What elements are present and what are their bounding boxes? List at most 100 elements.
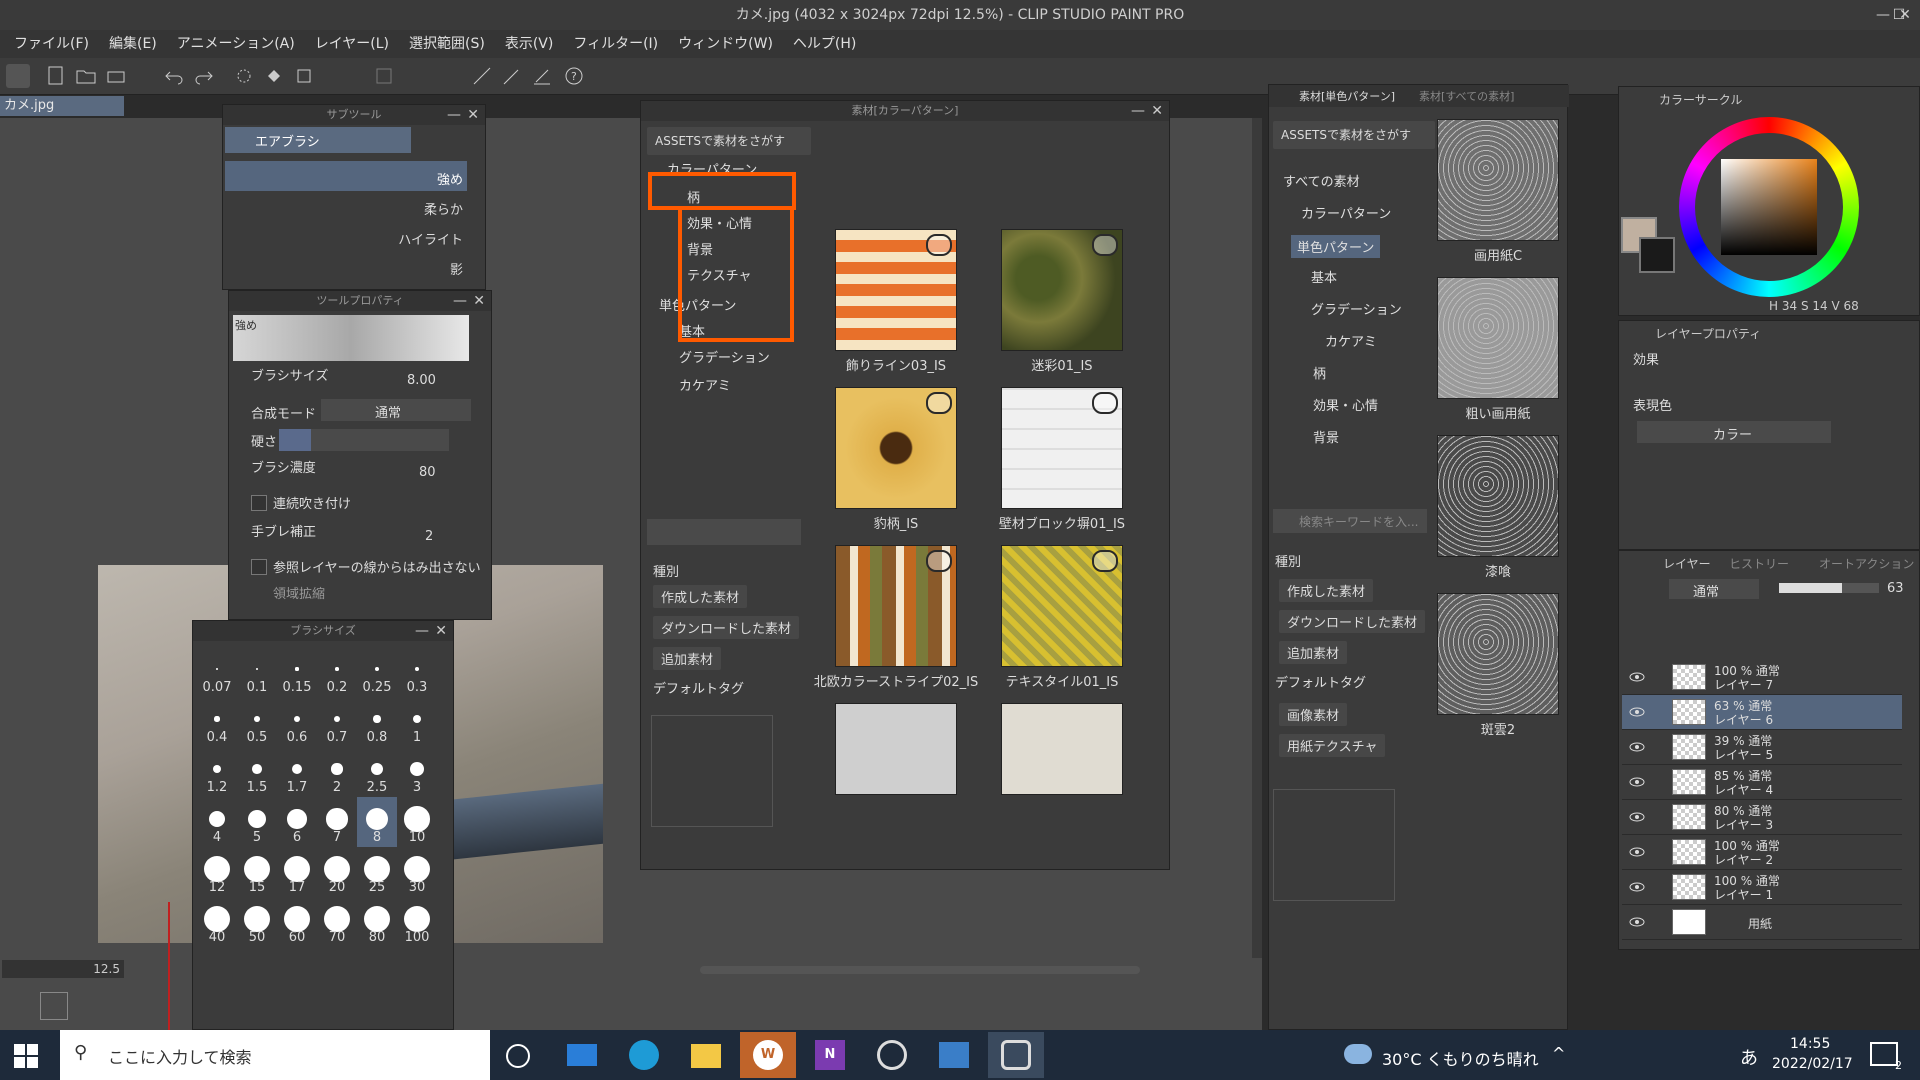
material-thumbnail[interactable] [1437,277,1559,399]
brush-size-value[interactable]: 8.00 [407,373,436,388]
canvas-horizontal-scrollbar[interactable] [700,966,1140,974]
close-icon[interactable]: ✕ [467,105,479,125]
subtool-item-highlight[interactable]: ハイライト [225,221,467,251]
brush-size-option[interactable]: 30 [397,847,437,897]
hue-ring[interactable] [1679,117,1859,297]
help-icon[interactable]: ? [562,64,586,88]
tab-auto-action[interactable]: オートアクション [1819,555,1914,572]
material-search-input[interactable] [647,519,801,545]
material-tree-item[interactable]: 効果・心情 [1313,395,1378,414]
brush-size-option[interactable]: 5 [237,797,277,847]
brush-size-option[interactable]: 4 [197,797,237,847]
material-filter-item[interactable]: デフォルトタグ [653,678,744,697]
density-value[interactable]: 80 [419,465,436,480]
hardness-slider[interactable] [279,429,449,451]
expression-select[interactable]: カラー [1637,421,1831,443]
photos-icon[interactable] [926,1032,982,1078]
menu-item[interactable]: ファイル(F) [4,30,99,58]
material-thumbnail[interactable] [1001,229,1123,351]
brush-size-option[interactable]: 40 [197,897,237,947]
material-tree-item[interactable]: すべての素材 [1283,171,1360,190]
undo-icon[interactable] [162,64,186,88]
layer-row[interactable]: 用紙 [1622,905,1902,940]
minimize-icon[interactable]: — [447,105,461,125]
layer-opacity-value[interactable]: 63 [1887,581,1904,596]
sub-color-swatch[interactable] [1639,237,1675,273]
open-file-icon[interactable] [74,64,98,88]
subtool-item-shadow[interactable]: 影 [225,251,467,281]
notification-icon[interactable]: 2 [1870,1042,1902,1072]
transform-icon[interactable] [292,64,316,88]
cloud-download-icon[interactable] [1092,550,1118,572]
fill-icon[interactable] [262,64,286,88]
material-tree-item[interactable]: 柄 [1313,363,1326,382]
material-thumbnail[interactable] [835,387,957,509]
eye-icon[interactable] [1628,703,1646,721]
blend-mode-select[interactable]: 通常 [321,399,471,421]
clip-studio-icon[interactable] [6,64,30,88]
brush-size-option[interactable]: 0.8 [357,697,397,747]
cloud-download-icon[interactable] [1092,234,1118,256]
brush-size-option[interactable]: 1 [397,697,437,747]
redo-icon[interactable] [192,64,216,88]
cloud-download-icon[interactable] [926,392,952,414]
material-thumbnail[interactable] [835,545,957,667]
tab-layer[interactable]: レイヤー [1663,555,1711,572]
material-filter-item[interactable]: 画像素材 [1279,703,1348,726]
brush-size-option[interactable]: 0.7 [317,697,357,747]
brush-size-option[interactable]: 0.3 [397,647,437,697]
layer-row[interactable]: 63 % 通常 レイヤー 6 [1622,695,1902,730]
eye-icon[interactable] [1628,773,1646,791]
weather-icon[interactable] [1344,1044,1372,1064]
brush-size-option[interactable]: 0.15 [277,647,317,697]
brush-size-option[interactable]: 70 [317,897,357,947]
brush-size-option[interactable]: 6 [277,797,317,847]
minimize-icon[interactable]: — [415,621,429,641]
save-icon[interactable] [104,64,128,88]
eye-icon[interactable] [1628,843,1646,861]
windows-start-icon[interactable] [12,1042,40,1070]
clock-time[interactable]: 14:55 [1790,1036,1830,1052]
material-tree-item[interactable]: カケアミ [679,375,731,394]
subtool-item-soft[interactable]: 柔らか [225,191,467,221]
layer-row[interactable]: 100 % 通常 レイヤー 1 [1622,870,1902,905]
menu-item[interactable]: 選択範囲(S) [399,30,495,58]
brush-size-option[interactable]: 10 [397,797,437,847]
material-tree-item[interactable]: 基本 [1311,267,1337,286]
material-thumbnail[interactable] [1437,435,1559,557]
assets-search-button[interactable]: ASSETSで素材をさがす [647,127,811,155]
tab-history[interactable]: ヒストリー [1729,555,1789,572]
menu-item[interactable]: アニメーション(A) [167,30,305,58]
keyword-search-input[interactable]: 検索キーワードを入... [1273,509,1427,533]
minimize-icon[interactable]: — [453,291,467,311]
eye-icon[interactable] [1628,668,1646,686]
minimize-icon[interactable]: — [1131,101,1145,121]
eye-icon[interactable] [1628,738,1646,756]
material-tree-item[interactable]: グラデーション [679,347,770,366]
clip-studio-paint-icon[interactable] [988,1032,1044,1078]
brush-size-option[interactable]: 0.4 [197,697,237,747]
brush-size-option[interactable]: 2 [317,747,357,797]
selection-tool-icon[interactable] [372,64,396,88]
brush-size-option[interactable]: 12 [197,847,237,897]
material-filter-item[interactable]: 用紙テクスチャ [1279,734,1386,757]
cloud-download-icon[interactable] [1092,392,1118,414]
cloud-download-icon[interactable] [926,234,952,256]
eye-icon[interactable] [1628,913,1646,931]
material-filter-item[interactable]: 作成した素材 [653,585,748,608]
eye-icon[interactable] [1628,808,1646,826]
menu-item[interactable]: ヘルプ(H) [783,30,866,58]
brush-snap-icon[interactable] [500,64,524,88]
clock-date[interactable]: 2022/02/17 [1772,1056,1853,1072]
ime-indicator[interactable]: あ [1740,1044,1758,1070]
close-icon[interactable]: ✕ [1151,101,1163,121]
brush-size-option[interactable]: 0.1 [237,647,277,697]
task-view-icon[interactable] [506,1044,530,1068]
taskbar-search-box[interactable]: ⚲ ここに入力して検索 [60,1030,490,1080]
navigator-icon[interactable] [40,992,68,1020]
clear-icon[interactable] [232,64,256,88]
layer-row[interactable]: 100 % 通常 レイヤー 2 [1622,835,1902,870]
tab-material-mono[interactable]: 素材[単色パターン] [1299,88,1395,104]
brush-size-option[interactable]: 15 [237,847,277,897]
brush-size-option[interactable]: 0.5 [237,697,277,747]
